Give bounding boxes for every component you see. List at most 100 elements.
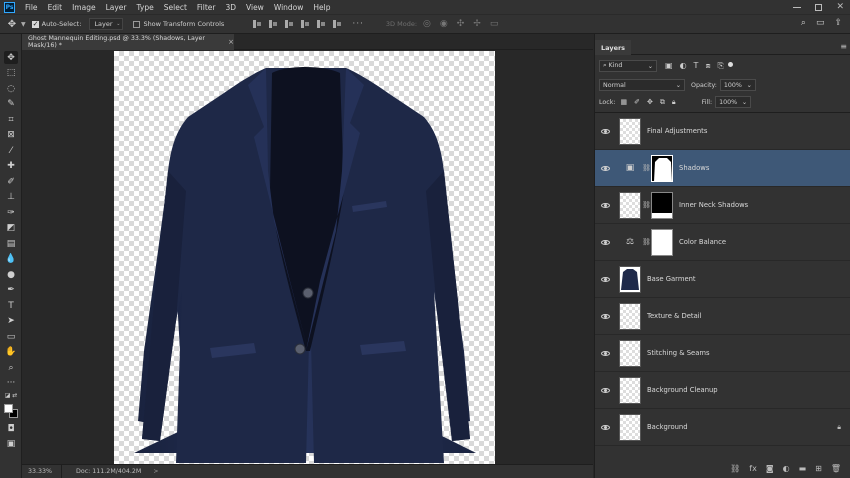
panel-menu-icon[interactable]: ≡ xyxy=(840,42,847,51)
rectangle-tool-icon[interactable]: ▭ xyxy=(4,330,18,343)
show-transform-controls-checkbox[interactable]: Show Transform Controls xyxy=(133,20,224,28)
fill-field[interactable]: 100% ⌄ xyxy=(715,96,752,108)
checkbox-icon[interactable] xyxy=(133,20,141,28)
visibility-eye-icon[interactable] xyxy=(595,202,615,208)
pen-tool-icon[interactable]: ✒ xyxy=(4,283,18,296)
align-center-h-icon[interactable] xyxy=(268,19,278,29)
pixel-layer-filter-icon[interactable]: ▣ xyxy=(665,61,673,71)
menu-image[interactable]: Image xyxy=(67,3,101,12)
visibility-eye-icon[interactable] xyxy=(595,128,615,134)
eyedropper-tool-icon[interactable]: ⁄ xyxy=(4,144,18,157)
crop-tool-icon[interactable]: ⌗ xyxy=(4,113,18,126)
workspace-icon[interactable]: ▭ xyxy=(816,18,825,28)
scale-3d-icon[interactable]: ▭ xyxy=(490,19,499,29)
quick-mask-icon[interactable]: ◘ xyxy=(4,422,18,435)
filter-toggle-icon[interactable] xyxy=(727,61,733,67)
new-group-icon[interactable]: ▬ xyxy=(799,464,807,473)
roll-3d-icon[interactable]: ◉ xyxy=(440,19,448,29)
layer-style-fx-icon[interactable]: fx xyxy=(749,464,757,473)
visibility-eye-icon[interactable] xyxy=(595,350,615,356)
layer-mask-thumbnail[interactable] xyxy=(651,154,673,182)
close-icon[interactable]: ✕ xyxy=(836,3,844,12)
visibility-eye-icon[interactable] xyxy=(595,313,615,319)
blend-mode-dropdown[interactable]: Normal ⌄ xyxy=(599,79,685,91)
quick-selection-tool-icon[interactable]: ✎ xyxy=(4,97,18,110)
marquee-tool-icon[interactable]: ⬚ xyxy=(4,66,18,79)
type-tool-icon[interactable]: T xyxy=(4,299,18,312)
tab-layers[interactable]: Layers xyxy=(595,40,632,55)
menu-help[interactable]: Help xyxy=(308,3,335,12)
status-menu-arrow-icon[interactable]: > xyxy=(153,468,158,475)
type-layer-filter-icon[interactable]: T xyxy=(694,61,699,71)
lasso-tool-icon[interactable]: ◌ xyxy=(4,82,18,95)
maximize-icon[interactable] xyxy=(815,3,823,11)
more-tools-icon[interactable]: ··· xyxy=(4,376,18,389)
lock-transparent-pixels-icon[interactable]: ▦ xyxy=(620,98,627,107)
mask-link-icon[interactable]: ⛓ xyxy=(642,201,651,209)
layer-mask-thumbnail[interactable] xyxy=(651,191,673,219)
menu-file[interactable]: File xyxy=(20,3,43,12)
canvas-area[interactable] xyxy=(22,50,593,464)
move-tool-icon[interactable]: ✥ xyxy=(4,51,18,64)
align-right-icon[interactable] xyxy=(284,19,294,29)
delete-layer-icon[interactable]: 🗑︎ xyxy=(831,464,841,473)
gradient-tool-icon[interactable]: ▤ xyxy=(4,237,18,250)
shape-layer-filter-icon[interactable]: ⧈ xyxy=(705,61,710,71)
kind-filter-dropdown[interactable]: ⌕ Kind ⌄ xyxy=(599,60,657,72)
align-bottom-icon[interactable] xyxy=(332,19,342,29)
lock-position-icon[interactable]: ✥ xyxy=(647,98,653,107)
dodge-tool-icon[interactable]: ● xyxy=(4,268,18,281)
auto-select-checkbox[interactable]: Auto-Select: xyxy=(31,20,81,28)
mask-link-icon[interactable]: ⛓ xyxy=(642,238,651,246)
adjustment-layer-filter-icon[interactable]: ◐ xyxy=(680,61,687,71)
frame-tool-icon[interactable]: ⊠ xyxy=(4,128,18,141)
lock-icon[interactable]: 🔒︎ xyxy=(837,423,841,432)
opacity-field[interactable]: 100% ⌄ xyxy=(719,79,756,91)
menu-type[interactable]: Type xyxy=(132,3,159,12)
move-tool-preset-icon[interactable]: ✥ xyxy=(5,17,19,31)
menu-window[interactable]: Window xyxy=(269,3,309,12)
layer-mask-thumbnail[interactable] xyxy=(651,228,673,256)
layer-texture-detail[interactable]: Texture & Detail xyxy=(595,298,850,335)
lock-all-icon[interactable]: 🔒︎ xyxy=(672,98,676,107)
blur-tool-icon[interactable]: 💧 xyxy=(4,252,18,265)
layer-color-balance[interactable]: ⚖ ⛓ Color Balance xyxy=(595,224,850,261)
menu-3d[interactable]: 3D xyxy=(220,3,241,12)
clone-stamp-tool-icon[interactable]: ⊥ xyxy=(4,190,18,203)
layer-final-adjustments[interactable]: Final Adjustments xyxy=(595,113,850,150)
layer-background-cleanup[interactable]: Background Cleanup xyxy=(595,372,850,409)
chevron-down-icon[interactable]: ▼ xyxy=(21,21,26,28)
visibility-eye-icon[interactable] xyxy=(595,424,615,430)
new-adjustment-layer-icon[interactable]: ◐ xyxy=(783,464,790,473)
search-icon[interactable]: ⌕ xyxy=(801,18,806,28)
orbit-3d-icon[interactable]: ◎ xyxy=(423,19,431,29)
smart-object-filter-icon[interactable]: ⎘ xyxy=(718,61,724,71)
visibility-eye-icon[interactable] xyxy=(595,165,615,171)
layer-inner-neck-shadows[interactable]: ⛓ Inner Neck Shadows xyxy=(595,187,850,224)
zoom-tool-icon[interactable]: ⌕ xyxy=(4,361,18,374)
menu-view[interactable]: View xyxy=(241,3,269,12)
document-canvas[interactable] xyxy=(114,51,495,464)
visibility-eye-icon[interactable] xyxy=(595,387,615,393)
path-selection-tool-icon[interactable]: ➤ xyxy=(4,314,18,327)
layer-base-garment[interactable]: Base Garment xyxy=(595,261,850,298)
foreground-color-swatch[interactable] xyxy=(4,404,13,413)
history-brush-tool-icon[interactable]: ✑ xyxy=(4,206,18,219)
default-colors-icon[interactable]: ◪ ⇄ xyxy=(4,389,18,402)
visibility-eye-icon[interactable] xyxy=(595,239,615,245)
align-left-icon[interactable] xyxy=(252,19,262,29)
link-layers-icon[interactable]: ⛓ xyxy=(730,464,740,473)
lock-image-pixels-icon[interactable]: ✐ xyxy=(634,98,640,107)
slide-3d-icon[interactable]: ✢ xyxy=(473,19,481,29)
align-top-icon[interactable] xyxy=(300,19,310,29)
lock-artboard-icon[interactable]: ⧉ xyxy=(660,98,665,107)
zoom-level[interactable]: 33.33% xyxy=(22,464,62,478)
menu-layer[interactable]: Layer xyxy=(101,3,132,12)
hand-tool-icon[interactable]: ✋ xyxy=(4,345,18,358)
menu-filter[interactable]: Filter xyxy=(192,3,221,12)
pan-3d-icon[interactable]: ✣ xyxy=(457,19,465,29)
minimize-icon[interactable] xyxy=(793,6,802,8)
screen-mode-icon[interactable]: ▣ xyxy=(4,437,18,450)
add-mask-icon[interactable]: ◙ xyxy=(766,464,774,473)
more-options-icon[interactable]: ··· xyxy=(352,19,364,29)
